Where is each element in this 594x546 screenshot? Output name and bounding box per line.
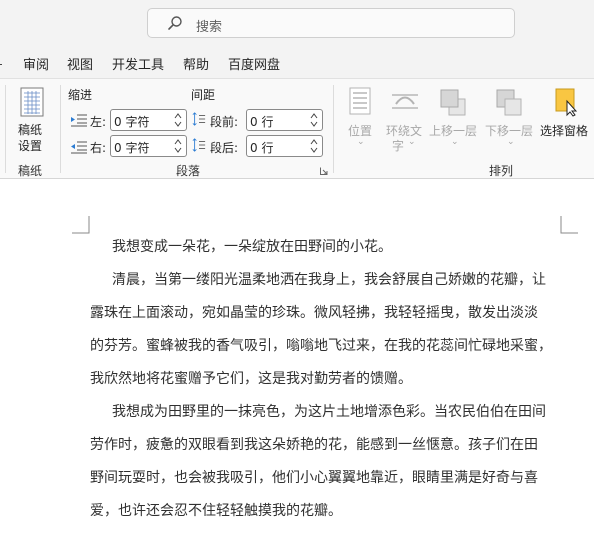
group-separator <box>60 85 61 173</box>
text-line: 露珠在上面滚动，宛如晶莹的珍珠。微风轻拂，我轻轻摇曳，散发出淡淡 <box>90 305 538 321</box>
arrange-group-label: 排列 <box>489 164 514 178</box>
crop-mark-left <box>72 216 90 234</box>
spacing-header: 间距 <box>191 88 216 102</box>
spacing-before-icon <box>192 112 206 126</box>
tab-review[interactable]: 审阅 <box>23 54 49 73</box>
search-placeholder: 搜索 <box>196 20 223 35</box>
spacing-after-spinner[interactable]: 0 行 <box>246 135 323 157</box>
spacing-before-value: 0 行 <box>250 115 274 129</box>
text-line: 爱，也许还会忍不住轻轻触摸我的花瓣。 <box>90 503 342 519</box>
tab-view[interactable]: 视图 <box>67 54 93 73</box>
wrap-text-icon <box>392 94 418 109</box>
indent-left-spinner[interactable]: 0 字符 <box>110 109 187 131</box>
bring-forward-button[interactable]: 上移一层 ⌄ <box>428 85 482 153</box>
selection-pane-label: 选择窗格 <box>540 124 589 138</box>
tab-overflow-fragment <box>0 64 2 65</box>
group-separator <box>5 85 6 173</box>
paragraph-2: 清晨，当第一缕阳光温柔地洒在我身上，我会舒展自己娇嫩的花瓣，让 露珠在上面滚动，… <box>90 264 570 396</box>
group-separator <box>333 85 334 173</box>
wrap-text-label-2: 字 <box>392 139 405 153</box>
tab-help[interactable]: 帮助 <box>183 54 209 73</box>
indent-right-icon <box>71 141 87 154</box>
paragraph-3: 我想成为田野里的一抹亮色，为这片土地增添色彩。当农民伯伯在田间 劳作时，疲惫的双… <box>90 396 570 528</box>
title-bar: 搜索 <box>0 0 594 48</box>
indent-right-label: 右: <box>90 141 107 155</box>
chevron-down-icon: ⌄ <box>451 137 459 147</box>
position-button[interactable]: 位置 ⌄ <box>344 85 378 153</box>
indent-left-value: 0 字符 <box>114 115 150 129</box>
spacing-after-icon <box>192 138 206 152</box>
search-box[interactable]: 搜索 <box>147 8 515 38</box>
selection-pane-icon <box>555 88 578 117</box>
manuscript-button-label-1: 稿纸 <box>18 123 43 137</box>
selection-pane-button[interactable]: 选择窗格 <box>538 85 594 153</box>
manuscript-settings-button[interactable]: 稿纸 设置 <box>10 85 54 157</box>
send-backward-icon <box>496 89 522 116</box>
indent-right-value: 0 字符 <box>114 141 150 155</box>
wrap-text-button[interactable]: 环绕文 字 ⌄ <box>384 85 428 153</box>
document-canvas[interactable]: 我想变成一朵花，一朵绽放在田野间的小花。 清晨，当第一缕阳光温柔地洒在我身上，我… <box>0 180 594 546</box>
paragraph-1: 我想变成一朵花，一朵绽放在田野间的小花。 <box>90 231 570 264</box>
chevron-down-icon: ⌄ <box>507 137 515 147</box>
spacing-before-label: 段前: <box>210 115 239 129</box>
spinner-arrows-icon[interactable] <box>174 138 182 154</box>
bring-forward-icon <box>440 89 466 116</box>
manuscript-group-label: 稿纸 <box>18 164 43 178</box>
text-line: 清晨，当第一缕阳光温柔地洒在我身上，我会舒展自己娇嫩的花瓣，让 <box>112 272 546 288</box>
ribbon-tab-bar: 审阅 视图 开发工具 帮助 百度网盘 <box>0 48 594 78</box>
text-line: 野间玩耍时，也会被我吸引，他们小心翼翼地靠近，眼睛里满是好奇与喜 <box>90 470 538 486</box>
text-line: 我想成为田野里的一抹亮色，为这片土地增添色彩。当农民伯伯在田间 <box>112 404 546 420</box>
chevron-down-icon: ⌄ <box>357 137 365 147</box>
indent-left-icon <box>71 114 87 127</box>
paragraph-group-label: 段落 <box>176 164 201 178</box>
position-icon <box>349 87 371 115</box>
manuscript-button-label-2: 设置 <box>18 139 43 153</box>
text-line: 我欣然地将花蜜赠予它们，这是我对勤劳者的馈赠。 <box>90 371 412 387</box>
text-line: 劳作时，疲惫的双眼看到我这朵娇艳的花，能感到一丝惬意。孩子们在田 <box>90 437 538 453</box>
manuscript-paper-icon <box>20 87 44 117</box>
ribbon-panel: 稿纸 设置 稿纸 缩进 间距 左: 0 字符 右: 0 字符 段前: 0 行 段… <box>0 78 594 179</box>
search-icon <box>168 16 182 30</box>
indent-left-label: 左: <box>90 115 107 129</box>
chevron-down-icon: ⌄ <box>408 137 416 147</box>
text-line: 的芬芳。蜜蜂被我的香气吸引，嗡嗡地飞过来，在我的花蕊间忙碌地采蜜， <box>90 338 552 354</box>
indent-header: 缩进 <box>68 88 93 102</box>
tab-developer[interactable]: 开发工具 <box>112 54 164 73</box>
spinner-arrows-icon[interactable] <box>310 138 318 154</box>
spacing-after-label: 段后: <box>210 141 239 155</box>
spinner-arrows-icon[interactable] <box>310 112 318 128</box>
dialog-launcher-icon[interactable] <box>320 167 328 175</box>
send-backward-button[interactable]: 下移一层 ⌄ <box>484 85 538 153</box>
indent-right-spinner[interactable]: 0 字符 <box>110 135 187 157</box>
tab-baidu-netdisk[interactable]: 百度网盘 <box>228 54 280 73</box>
spacing-before-spinner[interactable]: 0 行 <box>246 109 323 131</box>
spinner-arrows-icon[interactable] <box>174 112 182 128</box>
text-line: 我想变成一朵花，一朵绽放在田野间的小花。 <box>112 239 392 255</box>
spacing-after-value: 0 行 <box>250 141 274 155</box>
